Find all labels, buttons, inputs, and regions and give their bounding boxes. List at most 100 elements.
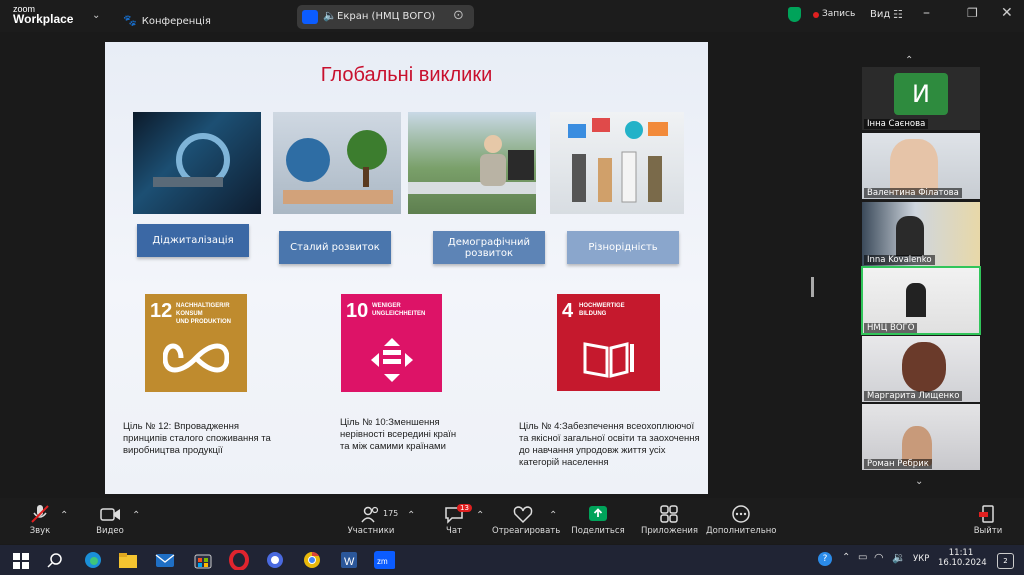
chrome-icon[interactable] [301,550,323,570]
participant-tile[interactable]: И Інна Саєнова [862,67,980,130]
infinity-icon [163,343,229,373]
audio-label: Звук [29,526,51,536]
robot-hand-photo [133,112,261,214]
video-feed [902,342,946,392]
tray-chevron-icon[interactable]: ⌃ [842,552,850,563]
options-icon[interactable]: ⊙ [453,8,464,23]
sdg-number: 4 [562,300,574,322]
share-button[interactable]: Поделиться [571,504,625,536]
audio-options-icon[interactable]: ⌃ [60,510,68,521]
participant-name: Інна Саєнова [864,119,929,129]
mic-muted-icon [31,505,49,523]
wifi-icon[interactable]: ◠ [874,551,884,564]
notifications-icon[interactable]: 2 [997,553,1014,569]
participant-tile-active-speaker[interactable]: НМЦ ВОГО [861,266,981,335]
word-icon[interactable]: W [338,550,360,570]
apps-icon [660,505,678,523]
search-icon[interactable] [44,550,66,570]
restore-icon[interactable]: ❐ [967,6,978,20]
leave-button[interactable]: Выйти [972,504,1004,536]
leave-label: Выйти [973,526,1003,536]
participant-tile[interactable]: Маргарита Лищенко [862,336,980,402]
chat-label: Чат [446,526,462,536]
app-subname: Workplace [13,12,74,26]
volume-icon[interactable]: 🔉 [892,551,906,564]
store-icon[interactable] [192,550,214,570]
video-feed [906,283,926,317]
conference-label: Конференція [141,16,211,27]
zoom-logo: zoom Workplace [13,4,73,25]
sdg-4-tile: 4 HOCHWERTIGE BILDUNG [557,294,660,391]
video-button[interactable]: Видео [92,504,128,536]
share-screen-icon [589,506,607,521]
more-icon [732,505,750,523]
more-button[interactable]: Дополнительно [706,504,777,536]
video-feed [890,139,938,195]
chevron-down-icon[interactable]: ⌄ [915,476,923,487]
opera-icon[interactable] [228,550,250,570]
equality-icon [371,338,413,382]
close-icon[interactable]: ✕ [1001,5,1013,21]
people-icon [361,506,379,523]
book-icon [583,342,634,378]
clock[interactable]: 11:11 16.10.2024 [938,548,987,568]
react-label: Отреагировать [492,526,561,536]
share-label: Екран (НМЦ ВОГО) [337,11,436,22]
leave-icon [979,505,994,523]
record-label[interactable]: Запись [822,9,855,19]
apps-button[interactable]: Приложения [641,504,698,536]
yandex-browser-icon[interactable] [264,550,286,570]
react-options-icon[interactable]: ⌃ [549,510,557,521]
help-icon[interactable]: ? [818,552,832,566]
avatar: И [894,73,948,115]
conference-menu[interactable]: 🐾 Конференція [123,9,211,28]
participant-name: Inna Kovalenko [864,255,935,265]
edge-browser-icon[interactable] [82,550,104,570]
file-explorer-icon[interactable] [117,550,139,570]
react-button[interactable]: Отреагировать [492,504,560,536]
chat-options-icon[interactable]: ⌃ [476,510,484,521]
video-feed [896,216,924,256]
participant-name: Роман Ребрик [864,459,932,469]
zoom-share-icon [302,10,318,24]
participant-name: Маргарита Лищенко [864,391,963,401]
participants-options-icon[interactable]: ⌃ [407,510,415,521]
mail-icon[interactable] [154,550,176,570]
windows-start-icon[interactable] [10,550,32,570]
paw-icon: 🐾 [123,14,137,27]
windows-taskbar: W zm ? ⌃ ▭ ◠ 🔉 УКР 11:11 16.10.2024 2 [0,545,1024,575]
zoom-app-icon[interactable]: zm [373,550,395,570]
record-dot-icon [813,12,819,18]
chat-badge: 13 [457,504,472,512]
goal-12-text: Ціль № 12: Впровадження принципів сталог… [123,421,271,456]
ribbon-digitalization: Діджиталізація [137,224,249,257]
network-icon[interactable]: ▭ [858,552,867,563]
language-indicator[interactable]: УКР [913,554,929,564]
goal-4-text: Ціль № 4:Забезпечення всеохоплюючої та я… [519,421,700,468]
participant-tile[interactable]: Inna Kovalenko [862,202,980,266]
more-label: Дополнительно [706,526,777,536]
grid-icon[interactable]: ☷ [893,8,903,21]
participant-name: НМЦ ВОГО [864,323,918,333]
participants-label: Участники [347,526,395,536]
people-signs-photo [550,112,684,214]
participant-tile[interactable]: Валентина Філатова [862,133,980,199]
chevron-down-icon[interactable]: ⌄ [92,10,100,21]
view-button[interactable]: Вид [870,9,890,20]
speaker-icon: 🔈 [323,9,337,22]
meeting-toolbar: Звук ⌃ Видео ⌃ Участники 175 ⌃ Чат 13 ⌃ … [0,498,1024,544]
participant-tile[interactable]: Роман Ребрик [862,404,980,470]
video-options-icon[interactable]: ⌃ [132,510,140,521]
camera-icon [100,508,120,521]
sdg-10-tile: 10 WENIGER UNGLEICHHEITEN [341,294,442,392]
panel-resize-handle[interactable] [811,277,814,297]
shield-icon[interactable] [788,7,801,22]
share-label: Поделиться [571,526,625,536]
audio-button[interactable]: Звук [22,504,58,536]
minimize-icon[interactable]: – [923,5,930,21]
share-indicator[interactable]: 🔈 Екран (НМЦ ВОГО) ⊙ [297,5,474,29]
chevron-up-icon[interactable]: ⌃ [905,55,913,66]
sdg-number: 12 [150,300,173,322]
heart-icon [513,506,533,524]
ribbon-diversity: Різнорідність [567,231,679,264]
